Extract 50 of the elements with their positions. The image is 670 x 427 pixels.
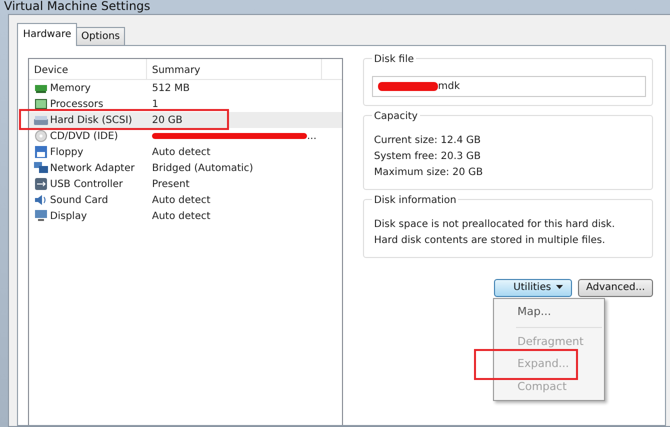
capacity-line: Maximum size: 20 GB [373, 166, 484, 180]
speaker-icon [34, 194, 48, 206]
device-summary: Bridged (Automatic) [152, 162, 254, 176]
info-line: Hard disk contents are stored in multiple files. [373, 234, 606, 248]
utilities-dropdown-button[interactable]: Utilities [494, 279, 572, 297]
disk-file-field[interactable]: mdk [372, 76, 646, 97]
device-summary: Present [152, 178, 190, 192]
device-summary: ... [307, 130, 317, 144]
tab[interactable]: Hardware [17, 23, 78, 46]
device-name: Sound Card [50, 194, 108, 208]
device-row[interactable]: CD/DVD (IDE) ... [29, 128, 342, 144]
device-summary: Auto detect [152, 146, 210, 160]
device-row[interactable]: Network Adapter Bridged (Automatic) [29, 160, 342, 176]
hard-disk-icon [34, 114, 48, 126]
tab[interactable]: Options [76, 27, 125, 45]
capacity-line: System free: 20.3 GB [373, 150, 482, 164]
device-row[interactable]: USB Controller Present [29, 176, 342, 192]
disc-icon [34, 130, 48, 142]
capacity-line: Current size: 12.4 GB [373, 134, 482, 148]
device-name: Display [50, 210, 87, 224]
device-row[interactable]: Floppy Auto detect [29, 144, 342, 160]
device-name: Memory [50, 82, 91, 96]
device-row[interactable]: Sound Card Auto detect [29, 192, 342, 208]
device-name: Network Adapter [50, 162, 135, 176]
chip-icon [34, 98, 48, 110]
monitor-icon [34, 210, 48, 222]
device-row[interactable]: Processors 1 [29, 96, 342, 112]
device-summary: Auto detect [152, 210, 210, 224]
column-header[interactable]: Device [29, 59, 147, 79]
device-row[interactable]: Memory 512 MB [29, 80, 342, 96]
device-name: Hard Disk (SCSI) [50, 114, 132, 128]
info-line: Disk space is not preallocated for this hard disk. [373, 218, 616, 232]
device-summary: 20 GB [152, 114, 183, 128]
usb-icon [34, 178, 48, 190]
caret-icon [556, 285, 564, 290]
group-title: Capacity [372, 109, 420, 124]
device-name: USB Controller [50, 178, 123, 192]
device-name: CD/DVD (IDE) [50, 130, 118, 144]
device-name: Processors [50, 98, 104, 112]
device-summary: 1 [152, 98, 158, 112]
menu-item[interactable]: Map... [494, 301, 604, 324]
column-header[interactable]: Summary [147, 59, 322, 79]
device-summary: Auto detect [152, 194, 210, 208]
advanced-button[interactable]: Advanced... [578, 279, 653, 297]
device-name: Floppy [50, 146, 84, 160]
device-row[interactable]: Display Auto detect [29, 208, 342, 224]
device-summary: 512 MB [152, 82, 190, 96]
window-title: Virtual Machine Settings [3, 0, 152, 14]
memory-chip-icon [34, 82, 48, 94]
network-adapter-icon [34, 162, 48, 174]
